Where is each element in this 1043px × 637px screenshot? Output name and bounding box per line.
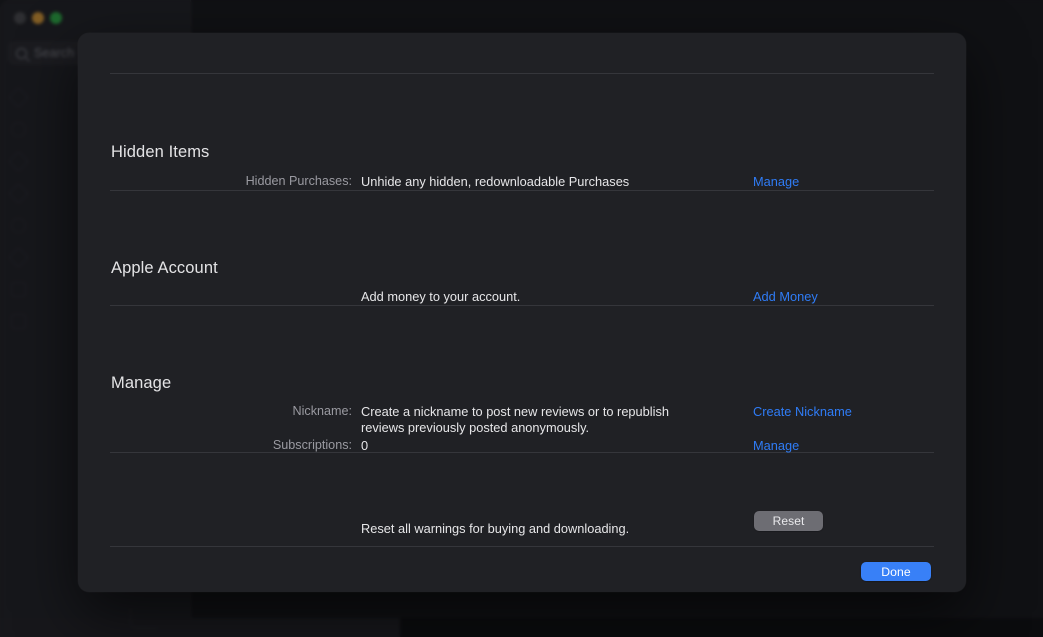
screen: Search t Card Hidden Items <box>0 0 1043 637</box>
label-nickname: Nickname: <box>293 404 353 418</box>
value-hidden-purchases: Unhide any hidden, redownloadable Purcha… <box>361 174 629 190</box>
account-settings-dialog: Hidden Items Hidden Purchases: Unhide an… <box>78 33 966 592</box>
section-title-apple-account: Apple Account <box>111 259 218 278</box>
label-subscriptions: Subscriptions: <box>273 438 352 452</box>
value-add-money: Add money to your account. <box>361 289 520 305</box>
row-value-container: Create a nickname to post new reviews or… <box>361 404 691 435</box>
value-nickname: Create a nickname to post new reviews or… <box>361 404 691 435</box>
separator-2 <box>110 305 934 306</box>
link-manage-subscriptions[interactable]: Manage <box>753 438 799 453</box>
separator-bottom <box>110 546 934 547</box>
link-add-money[interactable]: Add Money <box>753 289 818 304</box>
done-button[interactable]: Done <box>861 562 931 581</box>
label-hidden-purchases: Hidden Purchases: <box>246 174 352 188</box>
link-create-nickname[interactable]: Create Nickname <box>753 404 852 419</box>
reset-button[interactable]: Reset <box>754 511 823 531</box>
section-title-hidden-items: Hidden Items <box>111 143 209 162</box>
value-subscriptions: 0 <box>361 438 368 454</box>
separator-top <box>110 73 934 74</box>
separator-1 <box>110 190 934 191</box>
link-manage-hidden-purchases[interactable]: Manage <box>753 174 799 189</box>
separator-3 <box>110 452 934 453</box>
value-reset-warnings: Reset all warnings for buying and downlo… <box>361 521 629 537</box>
section-title-manage: Manage <box>111 374 171 393</box>
